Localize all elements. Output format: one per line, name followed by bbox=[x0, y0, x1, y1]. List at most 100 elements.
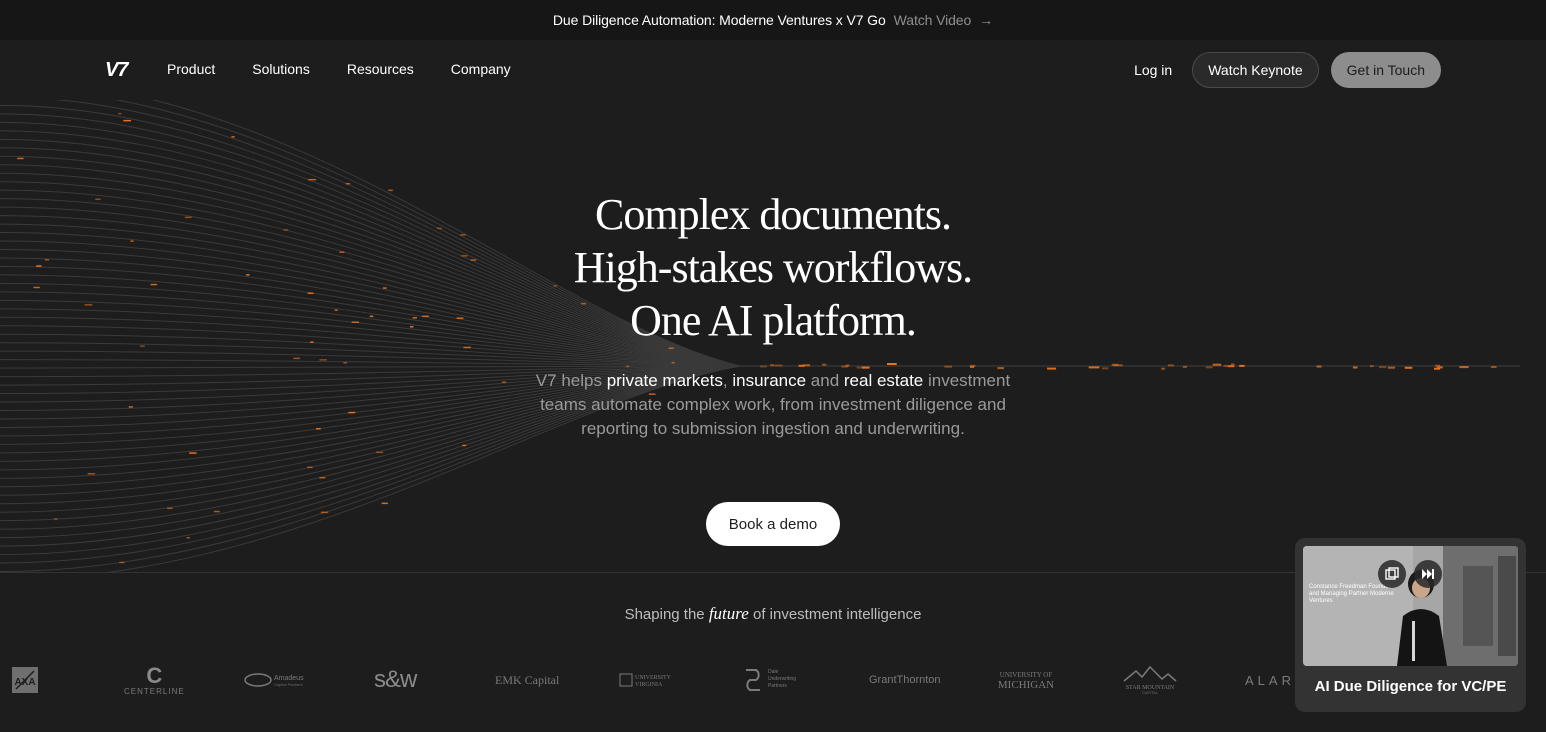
spark bbox=[671, 361, 675, 364]
spark bbox=[213, 510, 220, 513]
spark bbox=[1223, 364, 1228, 367]
spark bbox=[167, 507, 173, 510]
spark bbox=[307, 466, 313, 469]
spark bbox=[381, 502, 388, 505]
highlight-real-estate: real estate bbox=[843, 371, 924, 390]
hero-subtitle: V7 helps private markets, insurance and … bbox=[0, 369, 1546, 441]
centerline-mark: C bbox=[146, 662, 163, 688]
video-overlay-text: Constance Freedman Founder and Managing … bbox=[1309, 584, 1394, 604]
nav-item-product[interactable]: Product bbox=[167, 61, 215, 77]
spark bbox=[1227, 365, 1235, 368]
svg-text:UNIVERSITY OF: UNIVERSITY OF bbox=[1000, 671, 1053, 679]
spark bbox=[1182, 365, 1187, 368]
nav-item-company[interactable]: Company bbox=[451, 61, 511, 77]
amadeus-logo: Amadeus Capital Partners bbox=[244, 650, 306, 710]
umich-logo: UNIVERSITY OF MICHIGAN bbox=[994, 650, 1058, 710]
spark bbox=[1370, 365, 1374, 368]
spark bbox=[944, 365, 952, 368]
spark bbox=[189, 452, 197, 454]
spark bbox=[123, 119, 131, 122]
spark bbox=[1168, 364, 1174, 367]
spark bbox=[343, 362, 347, 364]
spark bbox=[118, 112, 122, 115]
highlight-insurance: insurance bbox=[732, 371, 807, 390]
book-demo-button[interactable]: Book a demo bbox=[706, 502, 840, 546]
watch-keynote-button[interactable]: Watch Keynote bbox=[1192, 52, 1319, 88]
spark bbox=[231, 136, 235, 138]
spark bbox=[376, 451, 384, 454]
grantthornton-logo: GrantThornton bbox=[869, 674, 941, 686]
spark bbox=[841, 365, 848, 368]
get-in-touch-button[interactable]: Get in Touch bbox=[1330, 52, 1441, 88]
centerline-logo: C CENTERLINE bbox=[124, 650, 185, 710]
subtitle-text: , bbox=[722, 371, 733, 390]
spark bbox=[1205, 366, 1213, 369]
spark bbox=[319, 359, 327, 361]
skip-forward-icon[interactable] bbox=[1414, 560, 1442, 588]
hero-title: Complex documents. High-stakes workflows… bbox=[0, 188, 1546, 347]
arrow-right-icon: → bbox=[979, 12, 994, 28]
spark bbox=[320, 511, 329, 514]
spark bbox=[87, 473, 96, 475]
video-thumbnail[interactable]: Constance Freedman Founder and Managing … bbox=[1303, 546, 1518, 666]
nav-item-solutions[interactable]: Solutions bbox=[252, 61, 310, 77]
spark bbox=[774, 364, 783, 367]
highlight-private-markets: private markets bbox=[606, 371, 723, 390]
spark bbox=[186, 537, 190, 539]
axa-logo: AXA bbox=[12, 650, 38, 710]
video-popup[interactable]: Constance Freedman Founder and Managing … bbox=[1295, 538, 1526, 712]
watch-video-link[interactable]: Watch Video → bbox=[893, 12, 994, 28]
centerline-text: CENTERLINE bbox=[124, 686, 185, 696]
spark bbox=[668, 347, 674, 349]
svg-text:Capital Partners: Capital Partners bbox=[274, 682, 303, 687]
subtitle-text: and bbox=[806, 371, 844, 390]
spark bbox=[119, 561, 125, 564]
spark bbox=[319, 477, 326, 479]
spark bbox=[760, 365, 767, 368]
spark bbox=[1212, 363, 1222, 366]
login-link[interactable]: Log in bbox=[1134, 62, 1172, 78]
announcement-text: Due Diligence Automation: Moderne Ventur… bbox=[552, 12, 886, 28]
svg-text:UNIVERSITY: UNIVERSITY bbox=[635, 675, 672, 681]
nav-links: Product Solutions Resources Company bbox=[167, 61, 548, 77]
spark bbox=[462, 444, 467, 447]
svg-text:CAPITAL: CAPITAL bbox=[1142, 690, 1159, 695]
spark bbox=[54, 518, 58, 520]
tagline-emphasis: future bbox=[708, 604, 749, 623]
spark bbox=[1113, 364, 1123, 367]
spark bbox=[970, 365, 975, 368]
v7-logo[interactable]: V7 bbox=[105, 59, 128, 82]
tagline-text: of investment intelligence bbox=[748, 606, 922, 623]
svg-text:MICHIGAN: MICHIGAN bbox=[998, 679, 1054, 691]
hero-title-line: One AI platform. bbox=[630, 296, 917, 345]
spark bbox=[1239, 364, 1245, 367]
spark bbox=[625, 365, 630, 368]
main-nav: V7 Product Solutions Resources Company L… bbox=[0, 40, 1546, 100]
subtitle-text: V7 helps bbox=[535, 371, 607, 390]
watch-video-label: Watch Video bbox=[893, 12, 972, 28]
nav-item-resources[interactable]: Resources bbox=[347, 61, 414, 77]
uva-logo: UNIVERSITY VIRGINIA bbox=[619, 650, 681, 710]
svg-text:Underwriting: Underwriting bbox=[768, 676, 796, 682]
emk-logo: EMK Capital bbox=[495, 672, 560, 687]
nav-actions: Log in Watch Keynote Get in Touch bbox=[1134, 52, 1441, 88]
svg-text:VIRGINIA: VIRGINIA bbox=[635, 682, 663, 688]
spark bbox=[1379, 366, 1387, 369]
spark bbox=[1459, 366, 1469, 369]
svg-text:Dale: Dale bbox=[768, 669, 779, 675]
spark bbox=[887, 363, 897, 365]
announcement-bar: Due Diligence Automation: Moderne Ventur… bbox=[0, 0, 1546, 40]
picture-in-picture-icon[interactable] bbox=[1378, 560, 1406, 588]
spark bbox=[293, 357, 300, 360]
spark bbox=[822, 363, 827, 366]
spark bbox=[17, 157, 24, 160]
spark bbox=[308, 178, 317, 181]
spark bbox=[803, 364, 811, 367]
alari-logo: ALARI bbox=[1245, 672, 1303, 688]
sw-logo: s&w bbox=[374, 666, 417, 693]
spark bbox=[1316, 365, 1322, 368]
spark bbox=[770, 364, 775, 367]
svg-text:Partners: Partners bbox=[768, 683, 787, 689]
spark bbox=[1490, 366, 1497, 368]
svg-text:Amadeus: Amadeus bbox=[274, 675, 304, 682]
